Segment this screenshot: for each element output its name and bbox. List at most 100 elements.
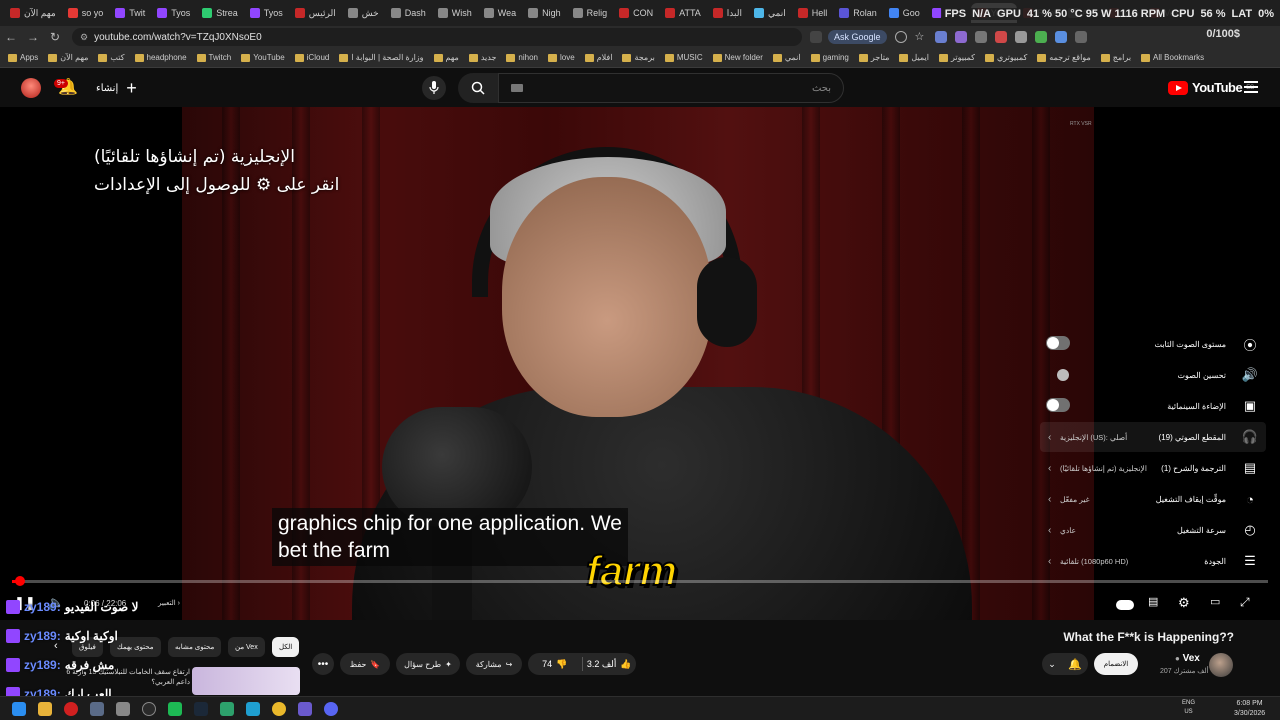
extension-icon[interactable]	[1054, 31, 1067, 43]
fullscreen-icon[interactable]: ⤢	[1240, 595, 1250, 610]
browser-tab[interactable]: CON	[613, 3, 659, 23]
bookmark-item[interactable]: All Bookmarks	[1141, 53, 1204, 62]
browser-tab[interactable]: Nigh	[522, 3, 567, 23]
browser-tab[interactable]: so yo	[62, 3, 110, 23]
settings-item[interactable]: ▣ الإضاءة السينمائية	[1040, 391, 1266, 421]
bookmark-star-icon[interactable]: ☆	[915, 31, 927, 43]
bookmark-item[interactable]: مواقع ترجمه	[1037, 53, 1091, 62]
browser-tab[interactable]: Rolan	[833, 3, 883, 23]
bookmark-item[interactable]: MUSIC	[664, 53, 703, 62]
browser-tab[interactable]: Tyos	[244, 3, 289, 23]
search-button[interactable]	[458, 73, 498, 103]
chrome-icon[interactable]	[272, 702, 286, 716]
dislike-button[interactable]: 74 👎	[528, 659, 582, 670]
start-icon[interactable]	[12, 702, 26, 716]
chapter-label[interactable]: التعبير ›	[158, 599, 180, 607]
status-dot[interactable]	[1057, 369, 1069, 381]
bookmark-item[interactable]: افلام	[584, 53, 612, 62]
more-actions-icon[interactable]: •••	[312, 653, 334, 675]
bookmark-item[interactable]: برامج	[1100, 53, 1131, 62]
progress-bar[interactable]	[12, 576, 1268, 586]
discord-icon[interactable]	[324, 702, 338, 716]
bookmark-item[interactable]: مهم الآن	[48, 53, 88, 62]
bookmark-item[interactable]: nihon	[506, 53, 538, 62]
bookmark-item[interactable]: مهم	[433, 53, 459, 62]
related-video-thumbnail[interactable]	[192, 667, 300, 695]
file-explorer-icon[interactable]	[38, 702, 52, 716]
settings-item[interactable]: ▤ الترجمة والشرح (1) ‹ الإنجليزية (تم إنشاؤ…	[1040, 453, 1266, 483]
save-button[interactable]: حفظ 🔖	[340, 653, 390, 675]
steam-icon[interactable]	[194, 702, 208, 716]
join-button[interactable]: الانضمام	[1094, 653, 1138, 675]
subtitles-icon[interactable]: ▤	[1148, 595, 1158, 608]
browser-tab[interactable]: Relig	[567, 3, 614, 23]
reload-icon[interactable]: ↻	[44, 26, 66, 48]
settings-item[interactable]: ◔ موقِّت إيقاف التشغيل ‹ غير مفعّل	[1040, 484, 1266, 514]
toggle-switch[interactable]	[1046, 336, 1070, 350]
bookmark-item[interactable]: love	[548, 53, 575, 62]
taskbar-app-icon[interactable]	[246, 702, 260, 716]
bookmark-item[interactable]: كمبيوتر	[938, 53, 975, 62]
ask-button[interactable]: طرح سؤال ✦	[396, 653, 460, 675]
bookmark-item[interactable]: headphone	[134, 53, 187, 62]
bookmark-item[interactable]: جديد	[468, 53, 496, 62]
settings-item[interactable]: ◴ سرعة التشغيل ‹ عادي	[1040, 515, 1266, 545]
download-icon[interactable]	[1074, 31, 1087, 43]
channel-avatar[interactable]	[1209, 653, 1233, 677]
forward-icon[interactable]: →	[22, 26, 44, 48]
settings-item[interactable]: 🎧 المقطع الصوتي (19) ‹ الإنجليزية (US): أصل…	[1040, 422, 1266, 452]
browser-tab[interactable]: Twit	[109, 3, 151, 23]
chip-related[interactable]: محتوى مشابه	[168, 637, 222, 657]
back-icon[interactable]: ←	[0, 26, 22, 48]
browser-tab[interactable]: خش	[342, 3, 385, 23]
url-field[interactable]: ⚙ youtube.com/watch?v=TZqJ0XNsoE0	[72, 28, 802, 46]
taskbar-app-icon[interactable]	[116, 702, 130, 716]
bookmark-item[interactable]: iCloud	[294, 53, 329, 62]
video-player[interactable]: RTX VSR الإنجليزية (تم إنشاؤها تلقائيًا)…	[0, 107, 1280, 620]
extension-icon[interactable]	[1014, 31, 1027, 43]
bookmark-item[interactable]: Apps	[8, 53, 38, 62]
opera-icon[interactable]	[64, 702, 78, 716]
like-button[interactable]: 3.2 ألف 👍	[582, 659, 636, 670]
youtube-logo[interactable]: YouTube EG	[1168, 80, 1254, 95]
browser-tab[interactable]: Wish	[432, 3, 478, 23]
settings-item[interactable]: ☰ الجودة ‹ تلقائية (1080p60 HD)	[1040, 546, 1266, 576]
browser-tab[interactable]: Dash	[385, 3, 432, 23]
browser-tab[interactable]: انمي	[748, 3, 792, 23]
bookmark-item[interactable]: كتب	[98, 53, 125, 62]
github-icon[interactable]	[142, 702, 156, 716]
browser-tab[interactable]: Wea	[478, 3, 522, 23]
site-info-icon[interactable]: ⚙	[80, 32, 88, 43]
extension-icon[interactable]	[1034, 31, 1047, 43]
browser-tab[interactable]: البدا	[707, 3, 748, 23]
taskbar-app-icon[interactable]	[220, 702, 234, 716]
bookmark-item[interactable]: برمجة	[622, 53, 655, 62]
settings-item[interactable]: ⦿ مستوى الصوت الثابت	[1040, 329, 1266, 359]
extension-icon[interactable]	[934, 31, 947, 43]
chip-from-channel[interactable]: من Vex	[228, 637, 265, 657]
extension-icon[interactable]	[994, 31, 1007, 43]
browser-tab[interactable]: Hell	[792, 3, 834, 23]
menu-icon[interactable]	[1244, 81, 1258, 93]
search-input[interactable]: بحث	[498, 73, 844, 103]
taskbar-app-icon[interactable]	[298, 702, 312, 716]
autoplay-toggle[interactable]	[1116, 600, 1134, 610]
toggle-switch[interactable]	[1046, 398, 1070, 412]
input-language[interactable]: ENG US	[1182, 699, 1195, 717]
keyboard-icon[interactable]	[511, 84, 523, 92]
ask-google-button[interactable]: Ask Google	[828, 30, 887, 44]
zoom-icon[interactable]	[894, 31, 907, 43]
bookmark-item[interactable]: وزارة الصحة | البوابة ا	[339, 53, 424, 62]
theater-mode-icon[interactable]: ▭	[1210, 595, 1220, 608]
account-avatar[interactable]	[21, 78, 41, 98]
browser-tab[interactable]: Goo	[883, 3, 926, 23]
browser-tab[interactable]: الرئيس	[289, 3, 342, 23]
settings-item[interactable]: 🔊 تحسين الصوت	[1040, 360, 1266, 390]
bookmark-item[interactable]: Twitch	[196, 53, 231, 62]
browser-tab[interactable]: Tyos	[151, 3, 196, 23]
scrubber-handle[interactable]	[15, 576, 26, 586]
bookmark-item[interactable]: كمبيوتري	[984, 53, 1027, 62]
extension-icon[interactable]	[954, 31, 967, 43]
bookmark-item[interactable]: New folder	[712, 53, 763, 62]
browser-tab[interactable]: Strea	[196, 3, 244, 23]
